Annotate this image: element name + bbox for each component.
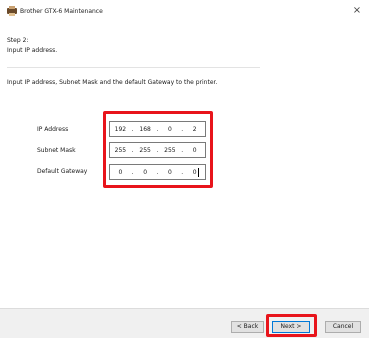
- window-title: Brother GTX-6 Maintenance: [20, 8, 103, 15]
- instruction-text: Input IP address, Subnet Mask and the de…: [7, 79, 218, 86]
- divider: [7, 67, 260, 68]
- step-subtitle: Input IP address.: [7, 47, 58, 54]
- ip-address-label: IP Address: [37, 126, 69, 133]
- ip-fields-highlight: [103, 111, 213, 188]
- cancel-button[interactable]: Cancel: [325, 321, 361, 333]
- back-button[interactable]: < Back: [231, 321, 264, 333]
- next-button-highlight: [266, 314, 317, 337]
- printer-app-icon: [7, 6, 17, 16]
- wizard-header: [0, 22, 369, 66]
- step-title: Step 2:: [7, 37, 29, 44]
- subnet-mask-label: Subnet Mask: [37, 147, 76, 154]
- title-bar: Brother GTX-6 Maintenance ×: [0, 0, 369, 22]
- close-button[interactable]: ×: [350, 4, 364, 18]
- default-gateway-label: Default Gateway: [37, 168, 88, 175]
